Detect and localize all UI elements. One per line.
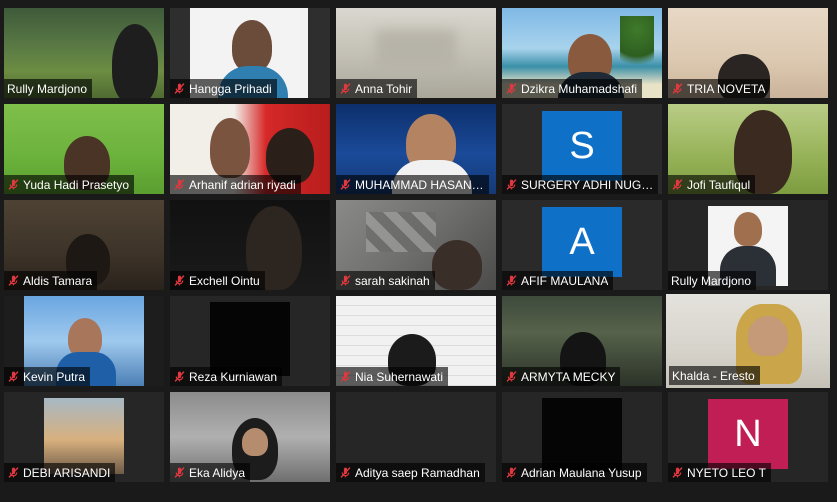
participant-name-label: Arhanif adrian riyadi — [170, 175, 301, 194]
mic-muted-icon — [506, 83, 517, 94]
mic-muted-icon — [174, 467, 185, 478]
participant-tile[interactable]: Eka Alidya — [170, 392, 330, 482]
participant-tile[interactable]: Aditya saep Ramadhan — [336, 392, 496, 482]
participant-tile[interactable]: ARMYTA MECKY — [502, 296, 662, 386]
participant-name-label: Jofi Taufiqul — [668, 175, 756, 194]
participant-name-label: ARMYTA MECKY — [502, 367, 621, 386]
participant-name-label: Exchell Ointu — [170, 271, 265, 290]
participant-tile[interactable]: Rully Mardjono — [4, 8, 164, 98]
participant-tile[interactable]: Jofi Taufiqul — [668, 104, 828, 194]
mic-muted-icon — [8, 467, 19, 478]
participant-name-label: Hangga Prihadi — [170, 79, 277, 98]
mic-muted-icon — [340, 371, 351, 382]
mic-muted-icon — [340, 275, 351, 286]
participant-tile[interactable]: Arhanif adrian riyadi — [170, 104, 330, 194]
participant-name-label: sarah sakinah — [336, 271, 435, 290]
participant-name-label: DEBI ARISANDI — [4, 463, 116, 482]
participant-tile[interactable]: MUHAMMAD HASAN… — [336, 104, 496, 194]
participant-tile[interactable]: sarah sakinah — [336, 200, 496, 290]
mic-muted-icon — [340, 83, 351, 94]
participant-name-label: Yuda Hadi Prasetyo — [4, 175, 135, 194]
mic-muted-icon — [506, 467, 517, 478]
participant-tile[interactable]: DEBI ARISANDI — [4, 392, 164, 482]
participant-tile[interactable]: Rully Mardjono — [668, 200, 828, 290]
participant-tile[interactable]: Yuda Hadi Prasetyo — [4, 104, 164, 194]
participant-name-label: MUHAMMAD HASAN… — [336, 175, 489, 194]
participant-name-label: Reza Kurniawan — [170, 367, 283, 386]
participant-tile[interactable]: Adrian Maulana Yusup — [502, 392, 662, 482]
participant-tile[interactable]: A AFIF MAULANA — [502, 200, 662, 290]
participant-name-label: Aldis Tamara — [4, 271, 98, 290]
participant-tile[interactable]: Nia Suhernawati — [336, 296, 496, 386]
participant-tile[interactable]: Exchell Ointu — [170, 200, 330, 290]
mic-muted-icon — [672, 83, 683, 94]
participant-name-label: Eka Alidya — [170, 463, 251, 482]
participant-tile[interactable]: TRIA NOVETA — [668, 8, 828, 98]
participant-name-label: SURGERY ADHI NUG… — [502, 175, 659, 194]
participant-tile[interactable]: S SURGERY ADHI NUG… — [502, 104, 662, 194]
mic-muted-icon — [506, 275, 517, 286]
participant-avatar: N — [708, 399, 788, 469]
participant-name-label: Nia Suhernawati — [336, 367, 449, 386]
participant-name-label: Kevin Putra — [4, 367, 91, 386]
participant-name-label: NYETO LEO T — [668, 463, 771, 482]
gallery-view: Rully Mardjono Hangga Prihadi Anna Tohir… — [0, 0, 837, 502]
mic-muted-icon — [506, 371, 517, 382]
participant-name-label: AFIF MAULANA — [502, 271, 614, 290]
participant-avatar: A — [542, 207, 622, 277]
participant-name-label: Dzikra Muhamadshafi — [502, 79, 643, 98]
mic-muted-icon — [340, 179, 351, 190]
participant-tile[interactable]: Kevin Putra — [4, 296, 164, 386]
mic-muted-icon — [672, 179, 683, 190]
participant-tile[interactable]: Reza Kurniawan — [170, 296, 330, 386]
mic-muted-icon — [174, 275, 185, 286]
participant-tile[interactable]: N NYETO LEO T — [668, 392, 828, 482]
participant-tile[interactable]: Dzikra Muhamadshafi — [502, 8, 662, 98]
participant-name-label: Anna Tohir — [336, 79, 418, 98]
mic-muted-icon — [506, 179, 517, 190]
participant-name-label: Khalda - Eresto — [669, 366, 760, 385]
participant-tile[interactable]: Aldis Tamara — [4, 200, 164, 290]
mic-muted-icon — [174, 371, 185, 382]
participant-name-label: Adrian Maulana Yusup — [502, 463, 647, 482]
mic-muted-icon — [340, 467, 351, 478]
mic-muted-icon — [8, 371, 19, 382]
participant-avatar: S — [542, 111, 622, 181]
mic-muted-icon — [174, 83, 185, 94]
mic-muted-icon — [174, 179, 185, 190]
mic-muted-icon — [8, 179, 19, 190]
participant-tile-active-speaker[interactable]: Khalda - Eresto — [666, 294, 830, 388]
mic-muted-icon — [8, 275, 19, 286]
participant-name-label: Rully Mardjono — [668, 271, 757, 290]
participant-name-label: Rully Mardjono — [4, 79, 93, 98]
participant-name-label: TRIA NOVETA — [668, 79, 771, 98]
participant-tile[interactable]: Anna Tohir — [336, 8, 496, 98]
mic-muted-icon — [672, 467, 683, 478]
participant-name-label: Aditya saep Ramadhan — [336, 463, 485, 482]
participant-tile[interactable]: Hangga Prihadi — [170, 8, 330, 98]
